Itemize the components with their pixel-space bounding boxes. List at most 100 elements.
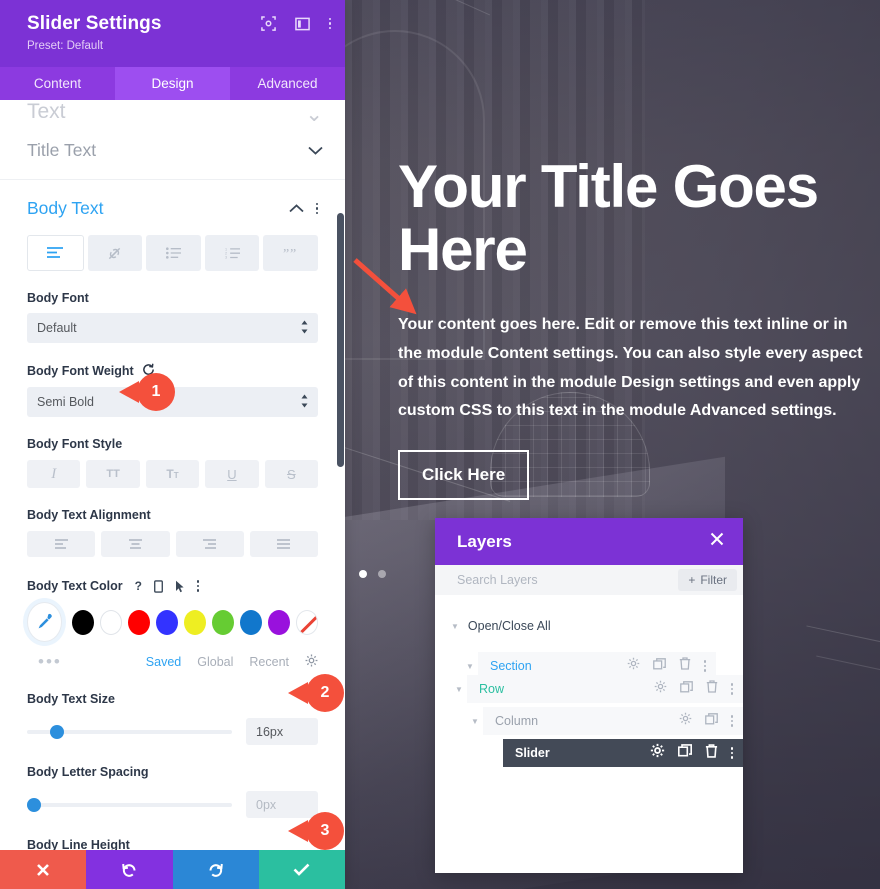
body-text-size-slider[interactable] [27, 724, 232, 739]
color-tab-saved[interactable]: Saved [146, 655, 181, 669]
align-right-icon[interactable] [175, 531, 244, 557]
decor-line-3 [816, 655, 880, 682]
body-text-color-label: Body Text Color [27, 579, 123, 593]
align-left-icon[interactable] [27, 531, 96, 557]
cancel-button[interactable] [0, 850, 87, 889]
strikethrough-icon[interactable]: S [264, 460, 319, 488]
focus-icon[interactable] [260, 16, 276, 31]
undo-button[interactable] [86, 850, 173, 889]
callout-tip [288, 820, 308, 842]
section-text-cutoff[interactable]: Text ⌄ [0, 100, 345, 122]
layer-name: Column [495, 714, 539, 728]
save-button[interactable] [258, 850, 345, 889]
kebab-icon[interactable] [315, 202, 318, 215]
align-text-icon[interactable] [27, 235, 84, 271]
caret-down-icon[interactable]: ▼ [462, 662, 478, 671]
bullet-list-icon[interactable] [146, 235, 201, 271]
swatch-black[interactable] [72, 609, 95, 635]
slider-dot-2[interactable] [378, 570, 386, 578]
align-justify-icon[interactable] [249, 531, 318, 557]
duplicate-icon[interactable] [652, 657, 666, 675]
color-tab-global[interactable]: Global [197, 655, 233, 669]
swatch-teal-blue[interactable] [240, 609, 262, 635]
tab-content[interactable]: Content [0, 67, 115, 100]
open-close-all[interactable]: ▼ Open/Close All [435, 613, 743, 639]
body-text-color-header: Body Text Color ? [27, 579, 318, 593]
more-colors-icon[interactable]: ••• [38, 652, 62, 672]
duplicate-icon[interactable] [679, 680, 693, 698]
layer-row-body[interactable]: Slider [503, 739, 743, 767]
panel-scrollbar[interactable] [337, 213, 344, 467]
caret-down-icon[interactable]: ▼ [467, 717, 483, 726]
kebab-icon[interactable] [730, 715, 733, 727]
duplicate-icon[interactable] [704, 712, 718, 730]
slider-dot-1[interactable] [359, 570, 367, 578]
no-color-icon[interactable] [295, 609, 318, 635]
tab-design[interactable]: Design [115, 67, 230, 100]
kebab-icon[interactable] [703, 660, 706, 672]
layer-row-row[interactable]: ▼ Row [435, 675, 743, 703]
filter-button[interactable]: + Filter [678, 569, 737, 591]
layer-row-icons [679, 712, 733, 730]
link-off-icon[interactable] [87, 235, 143, 271]
slider-knob[interactable] [49, 724, 64, 739]
duplicate-icon[interactable] [677, 744, 692, 762]
layer-row-column[interactable]: ▼ Column [435, 707, 743, 735]
caret-down-icon[interactable]: ▼ [451, 685, 467, 694]
italic-icon[interactable]: I [27, 460, 81, 488]
kebab-icon[interactable] [328, 17, 331, 30]
color-tab-recent[interactable]: Recent [249, 655, 289, 669]
kebab-icon[interactable] [730, 747, 733, 759]
layer-name: Slider [515, 746, 550, 760]
help-icon[interactable]: ? [135, 579, 142, 593]
layer-row-section[interactable]: ▼ Section [435, 643, 743, 680]
body-text-section-header[interactable]: Body Text [27, 198, 318, 219]
body-text-size-input[interactable]: 16px [246, 718, 318, 745]
slider-pagination[interactable] [359, 570, 386, 578]
swatch-purple[interactable] [267, 609, 290, 635]
trash-icon[interactable] [706, 680, 718, 698]
layer-row-body[interactable]: Row [467, 675, 743, 703]
numbered-list-icon[interactable]: 123 [204, 235, 260, 271]
redo-button[interactable] [172, 850, 259, 889]
gear-icon[interactable] [679, 712, 692, 730]
swatch-white[interactable] [100, 609, 123, 635]
close-icon[interactable] [709, 531, 725, 553]
layer-row-slider[interactable]: Slider [435, 739, 743, 767]
body-text-size-row: 16px [27, 718, 318, 745]
layers-search-bar[interactable]: Search Layers + Filter [435, 565, 743, 595]
layer-name: Row [479, 682, 505, 696]
trash-icon[interactable] [679, 657, 691, 675]
slide-cta-button[interactable]: Click Here [398, 450, 530, 501]
gear-icon[interactable] [627, 657, 640, 675]
mobile-icon[interactable] [153, 579, 163, 593]
search-input-placeholder: Search Layers [457, 573, 538, 587]
gear-icon[interactable] [650, 743, 665, 763]
body-font-select[interactable]: Default [27, 313, 318, 343]
swatch-green[interactable] [212, 609, 234, 635]
tab-advanced[interactable]: Advanced [230, 67, 345, 100]
uppercase-icon[interactable]: TT [86, 460, 140, 488]
trash-icon[interactable] [705, 743, 718, 763]
layer-row-icons [650, 743, 733, 763]
small-caps-icon[interactable]: TT [145, 460, 200, 488]
cursor-icon[interactable] [175, 580, 185, 593]
swatch-yellow[interactable] [184, 609, 207, 635]
layout-icon[interactable] [294, 17, 310, 31]
kebab-icon[interactable] [730, 683, 733, 695]
layer-row-body[interactable]: Column [483, 707, 743, 735]
swatch-red[interactable] [128, 609, 151, 635]
body-letter-spacing-slider[interactable] [27, 797, 232, 812]
underline-icon[interactable]: U [205, 460, 259, 488]
align-center-icon[interactable] [101, 531, 170, 557]
quote-icon[interactable]: ”” [263, 235, 318, 271]
swatch-blue[interactable] [156, 609, 179, 635]
chevron-up-icon[interactable] [288, 200, 304, 218]
eyedropper-icon[interactable] [27, 602, 63, 642]
accordion-title-text[interactable]: Title Text [0, 122, 345, 180]
gear-icon[interactable] [654, 680, 667, 698]
kebab-icon[interactable] [196, 580, 200, 592]
slider-knob[interactable] [27, 797, 41, 812]
panel-preset[interactable]: Preset: Default [27, 40, 325, 52]
gear-icon[interactable] [305, 654, 318, 670]
